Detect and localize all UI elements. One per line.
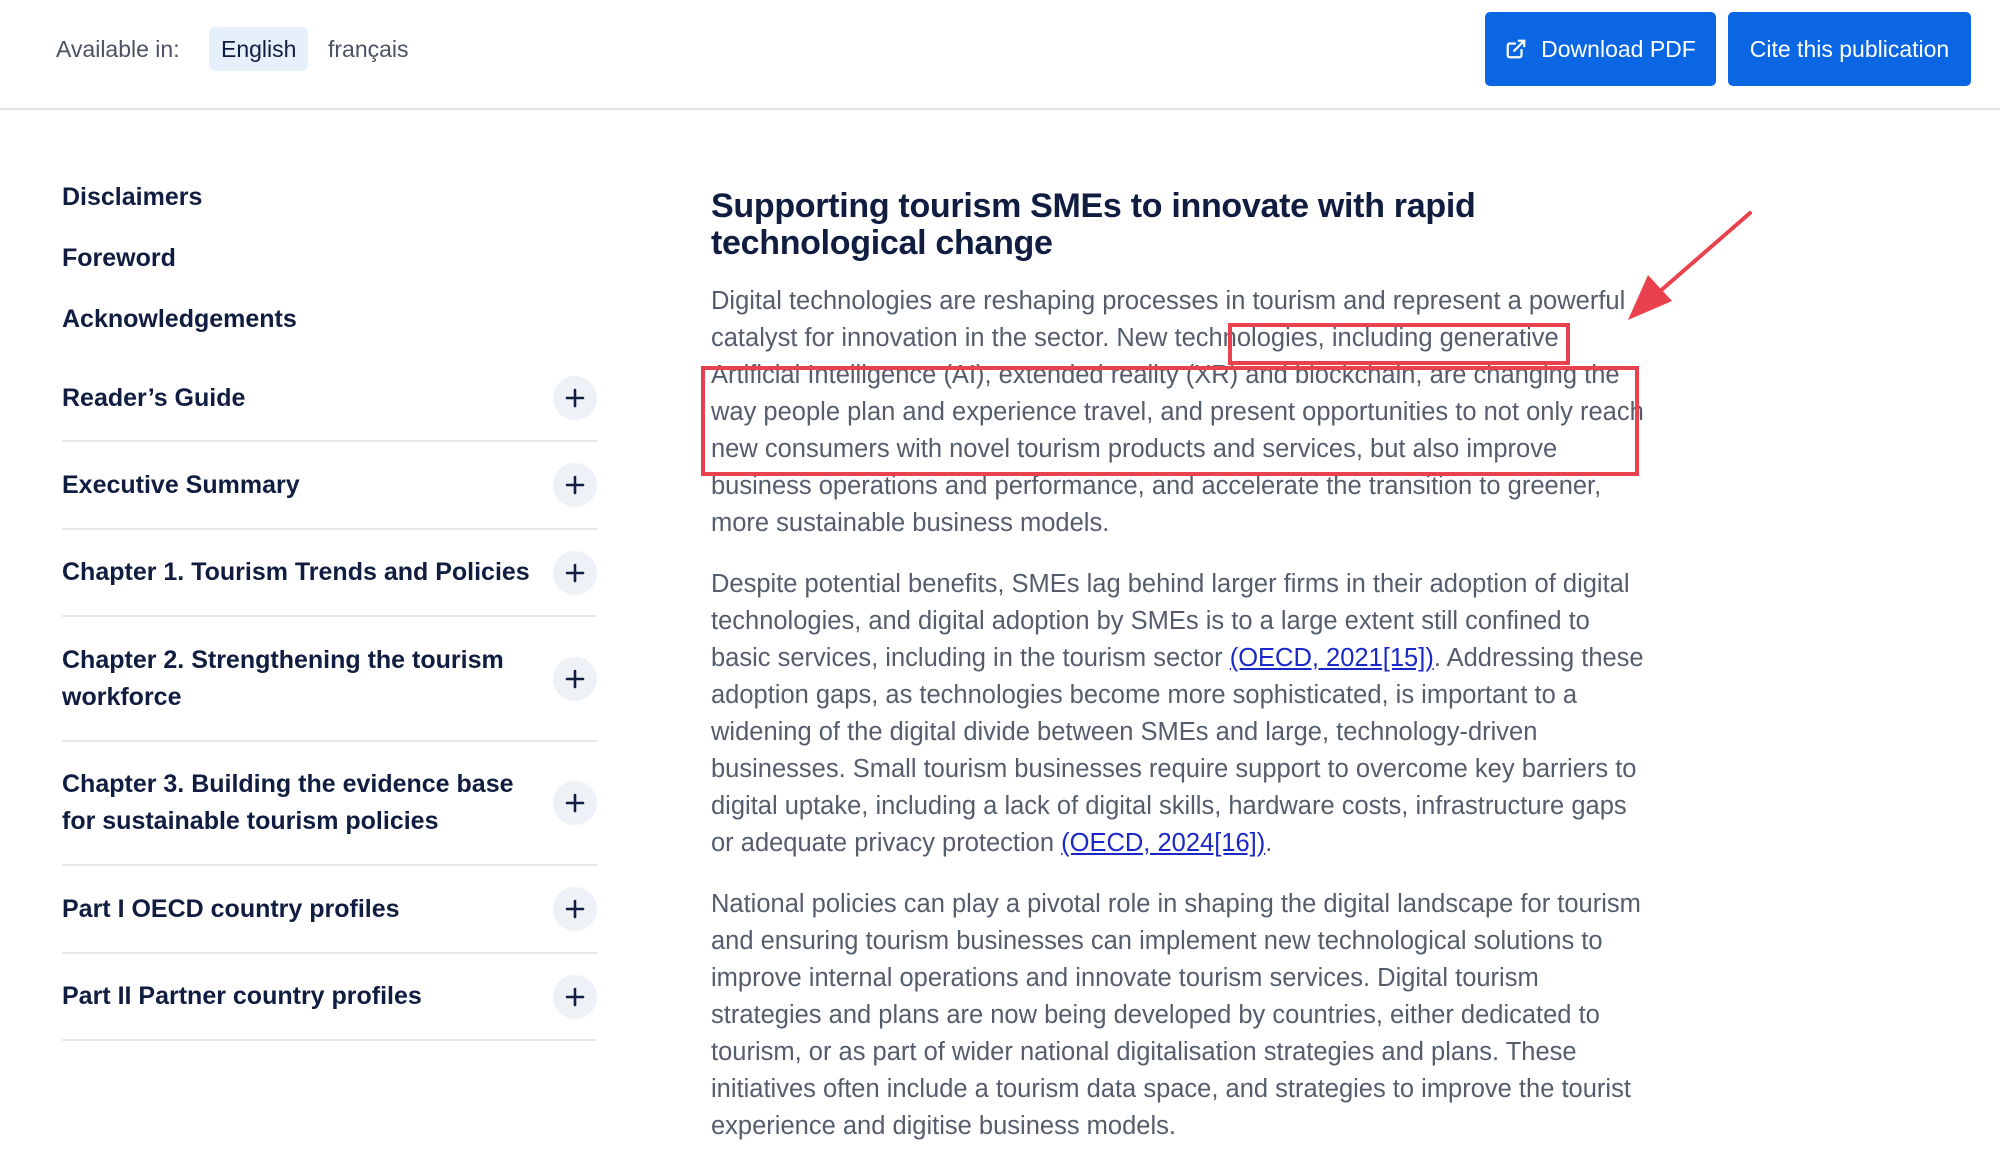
toc-item-label: Part II Partner country profiles: [62, 982, 422, 1010]
toc-item-label: Reader’s Guide: [62, 383, 246, 412]
toc-item-label: Executive Summary: [62, 470, 300, 499]
citation-link-oecd-2024[interactable]: (OECD, 2024[16]): [1061, 829, 1265, 857]
toc-acknowledgements[interactable]: Acknowledgements: [62, 292, 597, 356]
download-pdf-label: Download PDF: [1541, 35, 1696, 62]
citation-link-oecd-2021[interactable]: (OECD, 2021[15]): [1230, 644, 1434, 672]
toc-item-label: Chapter 2. Strengthening the tourism wor…: [62, 645, 504, 711]
paragraph-1: Digital technologies are reshaping proce…: [711, 287, 1644, 537]
expand-plus-icon[interactable]: [553, 781, 597, 825]
section-title: Supporting tourism SMEs to innovate with…: [711, 187, 1476, 262]
toc-foreword[interactable]: Foreword: [62, 231, 597, 292]
paragraph-3: National policies can play a pivotal rol…: [711, 890, 1641, 1140]
cite-publication-button[interactable]: Cite this publication: [1728, 12, 1971, 86]
toc-item-label: Chapter 3. Building the evidence base fo…: [62, 770, 514, 835]
expand-plus-icon[interactable]: [553, 376, 597, 420]
toc-chapter-3[interactable]: Chapter 3. Building the evidence base fo…: [62, 742, 597, 866]
toc-readers-guide[interactable]: Reader’s Guide: [62, 356, 597, 442]
available-in-label: Available in:: [56, 36, 180, 62]
top-bar: Available in: English français Download …: [0, 0, 2000, 110]
download-pdf-button[interactable]: Download PDF: [1485, 12, 1716, 86]
toc-part-2[interactable]: Part II Partner country profiles: [62, 954, 597, 1041]
expand-plus-icon[interactable]: [553, 887, 597, 931]
toc-chapter-1[interactable]: Chapter 1. Tourism Trends and Policies: [62, 530, 597, 617]
paragraph-2-text-c: .: [1265, 829, 1273, 857]
expand-plus-icon[interactable]: [553, 463, 597, 507]
toc-disclaimers[interactable]: Disclaimers: [62, 170, 597, 231]
paragraph-2-text-b: . Addressing these adoption gaps, as tec…: [711, 644, 1644, 857]
toc-part-1[interactable]: Part I OECD country profiles: [62, 866, 597, 954]
toc-item-label: Part I OECD country profiles: [62, 894, 400, 923]
paragraph-2: Despite potential benefits, SMEs lag beh…: [711, 566, 1651, 862]
table-of-contents: Disclaimers Foreword Acknowledgements Re…: [62, 170, 597, 1041]
language-english[interactable]: English: [209, 27, 309, 71]
annotation-arrow-icon: [1628, 211, 1752, 320]
toc-item-label: Chapter 1. Tourism Trends and Policies: [62, 558, 530, 586]
cite-publication-label: Cite this publication: [1749, 35, 1950, 62]
language-french[interactable]: français: [316, 27, 421, 71]
toc-executive-summary[interactable]: Executive Summary: [62, 442, 597, 530]
toc-chapter-2[interactable]: Chapter 2. Strengthening the tourism wor…: [62, 617, 597, 742]
external-link-icon: [1506, 39, 1526, 59]
expand-plus-icon[interactable]: [553, 550, 597, 595]
article-content: Supporting tourism SMEs to innovate with…: [711, 188, 1651, 1169]
expand-plus-icon[interactable]: [553, 974, 597, 1019]
expand-plus-icon[interactable]: [553, 656, 597, 701]
